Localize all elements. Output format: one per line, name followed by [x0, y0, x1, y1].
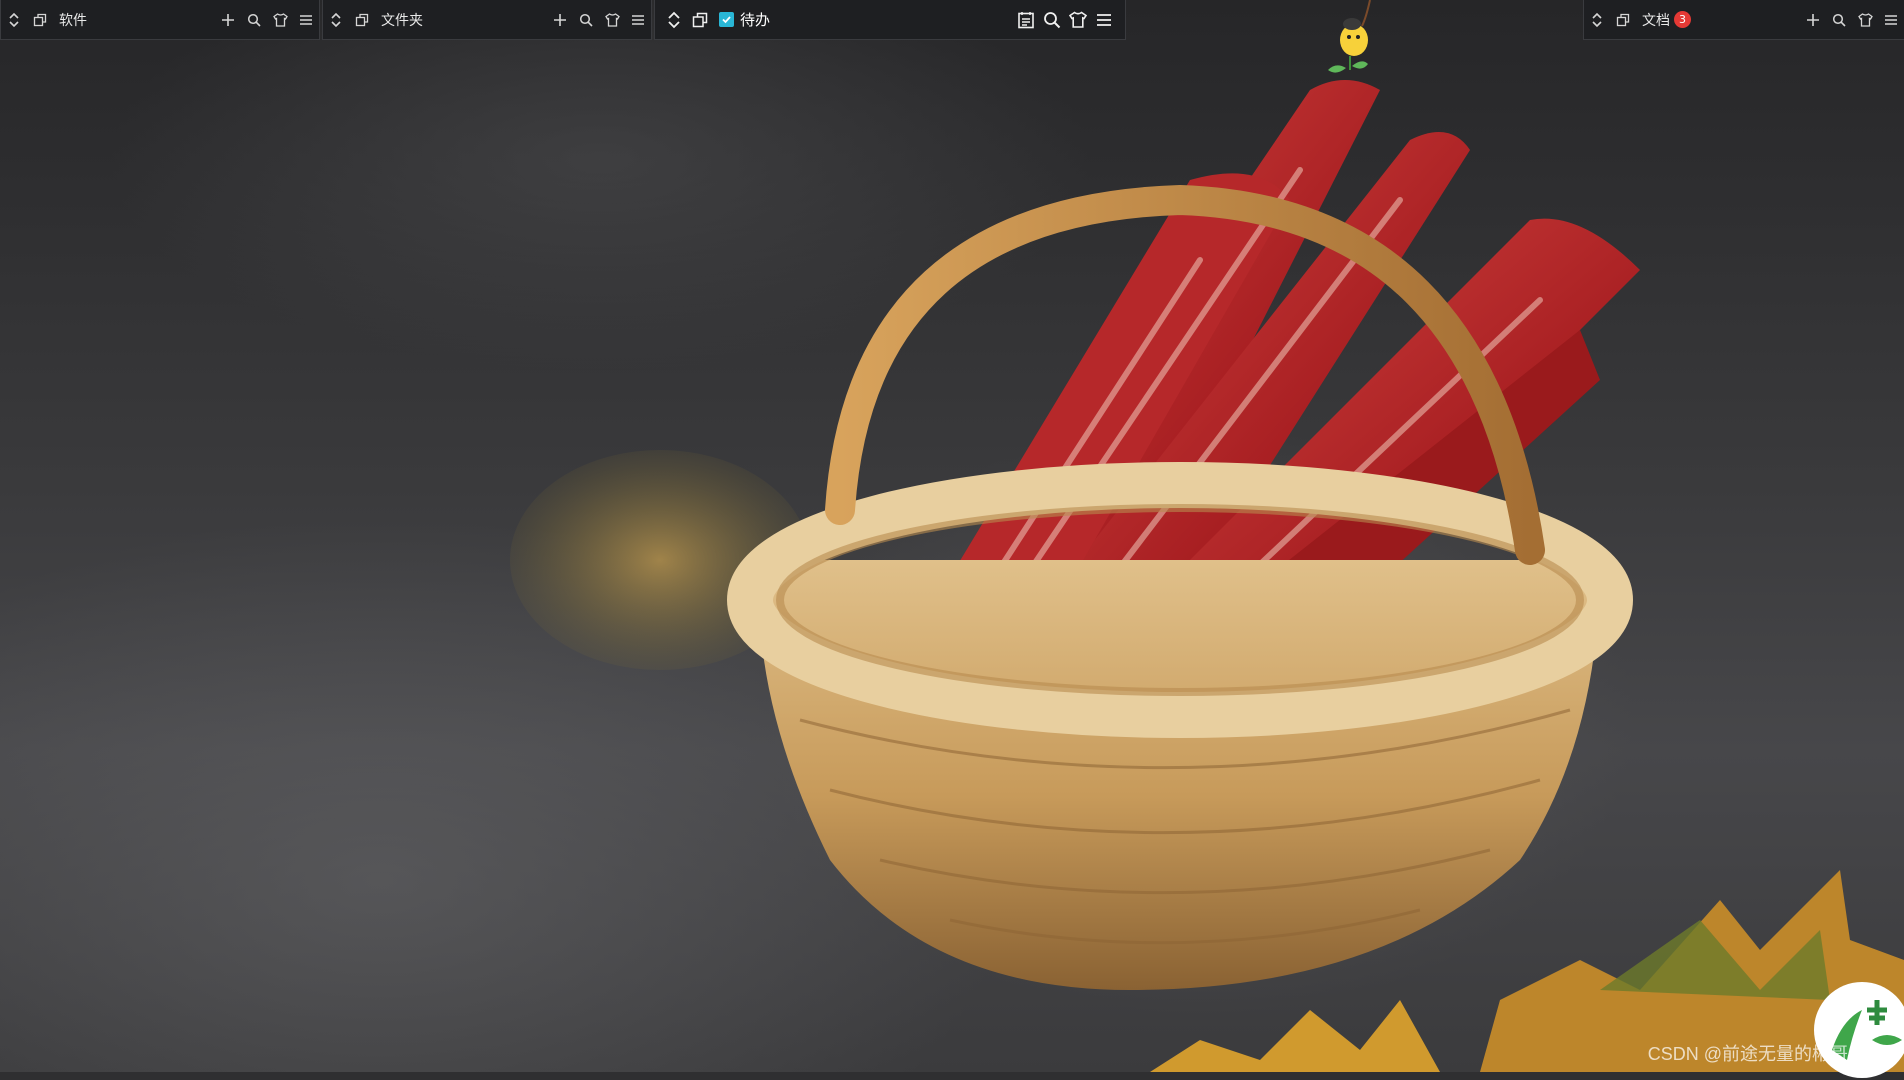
shirt-icon[interactable] [1065, 7, 1091, 33]
collapse-expand-icon[interactable] [323, 7, 349, 33]
collapse-expand-icon[interactable] [1584, 7, 1610, 33]
notification-badge: 3 [1674, 11, 1691, 28]
search-icon[interactable] [1039, 7, 1065, 33]
add-icon[interactable] [547, 7, 573, 33]
shirt-icon[interactable] [267, 7, 293, 33]
fence-title: 文档 [1642, 12, 1670, 29]
fence-window-icon[interactable] [27, 7, 53, 33]
collapse-expand-icon[interactable] [661, 7, 687, 33]
menu-icon[interactable] [1878, 7, 1904, 33]
fence-software[interactable]: 软件 [0, 0, 320, 40]
shirt-icon[interactable] [1852, 7, 1878, 33]
menu-icon[interactable] [625, 7, 651, 33]
fence-window-icon[interactable] [349, 7, 375, 33]
add-icon[interactable] [1800, 7, 1826, 33]
search-icon[interactable] [573, 7, 599, 33]
fence-title: 软件 [59, 12, 87, 29]
fence-folders[interactable]: 文件夹 [322, 0, 652, 40]
fence-documents[interactable]: 文档 3 [1583, 0, 1904, 40]
add-icon[interactable] [215, 7, 241, 33]
fence-todo[interactable]: 待办 [654, 0, 1126, 40]
search-icon[interactable] [241, 7, 267, 33]
search-icon[interactable] [1826, 7, 1852, 33]
collapse-expand-icon[interactable] [1, 7, 27, 33]
calendar-icon[interactable] [1013, 7, 1039, 33]
fence-window-icon[interactable] [1610, 7, 1636, 33]
desktop-pet-icon[interactable] [1322, 0, 1380, 78]
fence-title: 文件夹 [381, 12, 423, 29]
desktop-wallpaper [0, 0, 1904, 1072]
shirt-icon[interactable] [599, 7, 625, 33]
basket-with-sausages-wallpaper [510, 80, 1904, 1072]
fence-window-icon[interactable] [687, 7, 713, 33]
menu-icon[interactable] [293, 7, 319, 33]
checkbox-icon[interactable] [719, 12, 734, 27]
menu-icon[interactable] [1091, 7, 1117, 33]
csdn-watermark: CSDN @前途无量的彬哥 [1647, 1044, 1848, 1064]
fence-title: 待办 [740, 11, 771, 29]
